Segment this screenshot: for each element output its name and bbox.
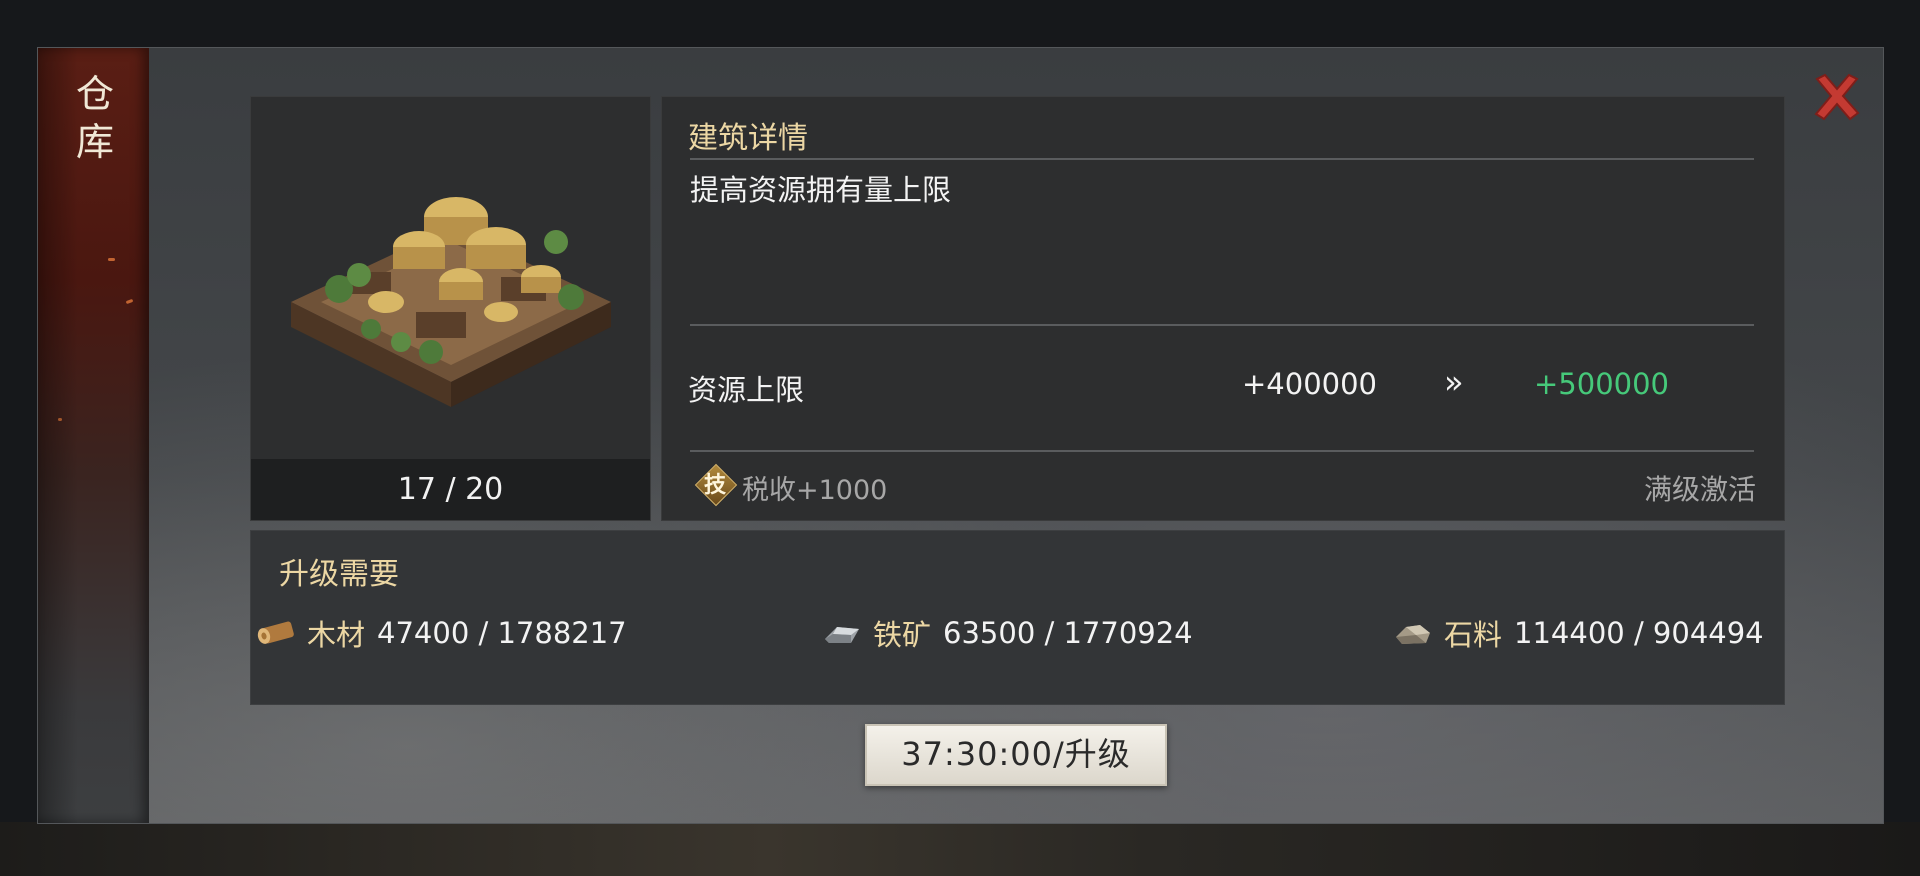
building-details-card: 建筑详情 提高资源拥有量上限 资源上限 +400000 » +500000 技 …	[661, 96, 1785, 521]
stat-current-value: +400000	[1242, 367, 1378, 401]
wood-log-icon	[257, 621, 294, 644]
resource-amount: 114400 / 904494	[1514, 616, 1764, 650]
tech-badge-icon: 技	[694, 463, 738, 507]
side-banner: 仓 库	[38, 48, 149, 823]
upgrade-button[interactable]: 37:30:00/升级	[865, 724, 1167, 786]
banner-title-char: 仓	[75, 72, 114, 116]
resource-iron: 铁矿 63500 / 1770924	[821, 613, 1193, 653]
resource-amount: 63500 / 1770924	[943, 616, 1193, 650]
divider	[690, 158, 1754, 160]
resource-name: 石料	[1444, 618, 1503, 652]
building-level: 17 / 20	[251, 459, 650, 520]
tech-activation-status: 满级激活	[1643, 473, 1756, 506]
divider	[690, 324, 1754, 326]
banner-title: 仓 库	[68, 70, 122, 166]
warehouse-dialog: 仓 库 17 / 20 建筑详情 提高资源拥有量上限 资源上限 +400000 …	[37, 47, 1884, 824]
requirements-title: 升级需要	[279, 557, 399, 592]
upgrade-requirements-card: 升级需要 木材 47400 / 1788217 铁矿 63500 / 17709…	[250, 530, 1785, 705]
ember-decoration	[125, 298, 134, 305]
stone-icon	[1396, 625, 1430, 644]
tech-bonus-text: 税收+1000	[742, 475, 888, 506]
ember-decoration	[58, 418, 62, 421]
ember-decoration	[108, 258, 115, 261]
resource-name: 铁矿	[873, 618, 932, 652]
double-chevron-icon: »	[1444, 363, 1464, 401]
stat-label: 资源上限	[688, 373, 805, 407]
resource-name: 木材	[307, 618, 366, 652]
building-card: 17 / 20	[250, 96, 651, 521]
banner-title-char: 库	[75, 120, 114, 164]
resource-wood: 木材 47400 / 1788217	[255, 613, 627, 653]
divider	[690, 450, 1754, 452]
resource-stone: 石料 114400 / 904494	[1392, 613, 1764, 653]
warehouse-building-icon	[251, 97, 650, 459]
building-description: 提高资源拥有量上限	[690, 173, 952, 207]
background-strip	[0, 822, 1920, 876]
tech-badge-glyph: 技	[703, 473, 726, 498]
details-title: 建筑详情	[688, 121, 808, 156]
iron-ore-icon	[825, 627, 859, 643]
close-button[interactable]	[1809, 69, 1865, 125]
stat-next-value: +500000	[1534, 367, 1670, 401]
close-x-icon	[1814, 73, 1860, 121]
resource-amount: 47400 / 1788217	[377, 616, 627, 650]
